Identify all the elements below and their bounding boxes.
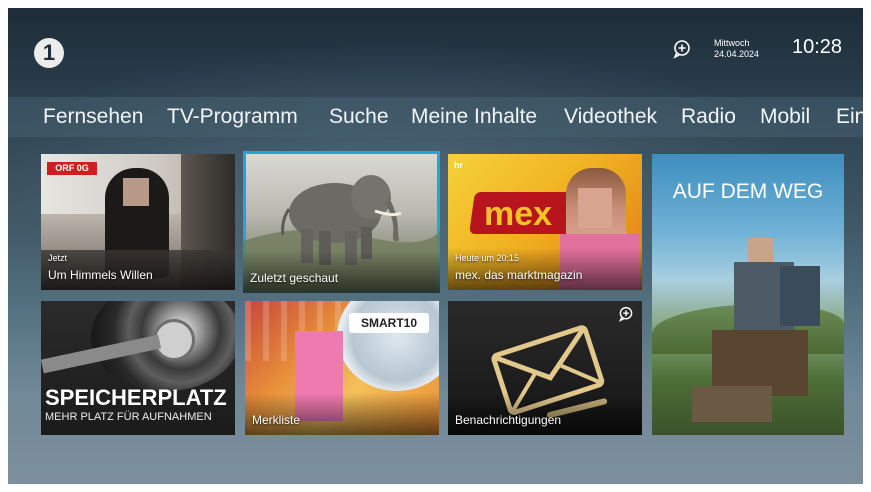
nav-item-mobil[interactable]: Mobil: [760, 105, 810, 129]
tile-title: SPEICHERPLATZ: [45, 385, 227, 410]
nav-item-einstellungen[interactable]: Eins: [836, 105, 863, 129]
tile-label: Benachrichtigungen: [455, 413, 562, 427]
clock-text: 10:28: [792, 36, 843, 58]
tile-sublabel: Heute um 20:15: [455, 253, 520, 263]
channel-one-logo: 1: [34, 38, 64, 68]
backpack: [780, 266, 820, 326]
tile-label: Merkliste: [252, 413, 301, 427]
nav-item-suche[interactable]: Suche: [329, 105, 389, 129]
hr-logo: hr: [454, 160, 463, 170]
tile-speicherplatz[interactable]: SPEICHERPLATZ MEHR PLATZ FÜR AUFNAHMEN: [41, 301, 235, 435]
nav-item-meine-inhalte[interactable]: Meine Inhalte: [411, 105, 537, 129]
rocks: [692, 386, 772, 422]
nav-item-tv-programm[interactable]: TV-Programm: [167, 105, 298, 129]
message-add-icon: [618, 306, 633, 322]
date-display: Mittwoch 24.04.2024: [714, 38, 759, 60]
tile-mex-marktmagazin[interactable]: hr mex Heute um 20:15 mex. das marktmaga…: [448, 154, 642, 290]
tile-sublabel: Jetzt: [48, 253, 68, 263]
message-add-icon[interactable]: [672, 39, 692, 59]
tile-title: AUF DEM WEG: [672, 180, 824, 203]
nav-item-videothek[interactable]: Videothek: [564, 105, 657, 129]
top-bar: 1 Mittwoch 24.04.2024 10:28: [8, 8, 863, 96]
weekday-text: Mittwoch: [714, 38, 750, 48]
nav-item-fernsehen[interactable]: Fernsehen: [43, 105, 143, 129]
tile-subtitle: MEHR PLATZ FÜR AUFNAHMEN: [45, 411, 212, 423]
smart10-badge: SMART10: [349, 313, 429, 333]
tile-zuletzt-geschaut[interactable]: Zuletzt geschaut: [243, 151, 440, 293]
tile-label: mex. das marktmagazin: [455, 268, 583, 282]
orf-badge: ORF 0G: [47, 162, 97, 175]
tv-screen: 1 Mittwoch 24.04.2024 10:28 Fernsehen TV…: [8, 8, 863, 484]
tile-merkliste[interactable]: SMART10 Merkliste: [245, 301, 439, 435]
tile-label: Zuletzt geschaut: [250, 271, 339, 285]
date-text: 24.04.2024: [714, 49, 760, 59]
blurred-face: [123, 178, 149, 206]
tile-auf-dem-weg[interactable]: AUF DEM WEG: [652, 154, 844, 435]
nav-item-radio[interactable]: Radio: [681, 105, 736, 129]
tile-label: Um Himmels Willen: [48, 268, 153, 282]
main-navigation: Fernsehen TV-Programm Suche Meine Inhalt…: [8, 97, 863, 137]
mex-logo-text: mex: [484, 195, 553, 233]
blurred-face: [578, 188, 612, 228]
tile-benachrichtigungen[interactable]: Benachrichtigungen: [448, 301, 642, 435]
tile-um-himmels-willen[interactable]: ORF 0G Jetzt Um Himmels Willen: [41, 154, 235, 290]
